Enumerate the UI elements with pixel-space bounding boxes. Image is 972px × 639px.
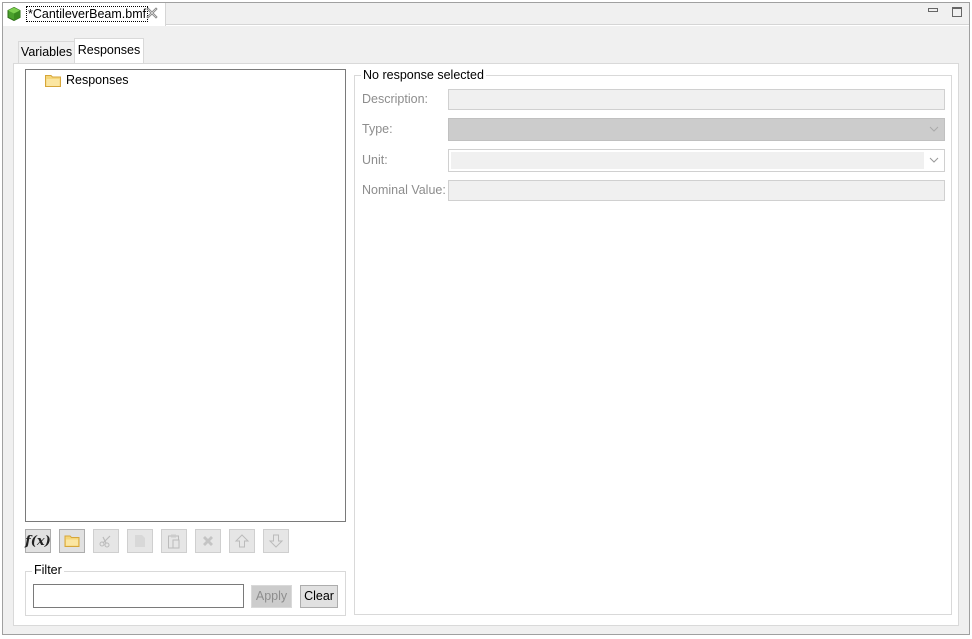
delete-button[interactable] [195,529,221,553]
nominal-value-field[interactable] [448,180,945,201]
copy-button[interactable] [127,529,153,553]
folder-icon [45,74,61,87]
unit-combo-text [451,152,924,169]
details-legend: No response selected [361,68,486,82]
description-field[interactable] [448,89,945,110]
editor-tab[interactable]: *CantileverBeam.bmf [3,3,166,26]
type-select[interactable] [448,118,945,141]
filter-group: Filter Apply Clear [25,563,346,616]
editor-tab-title: *CantileverBeam.bmf [26,6,149,22]
clear-button[interactable]: Clear [300,585,338,608]
green-cube-icon [7,7,21,21]
function-icon: f(x) [25,533,51,549]
minimize-icon[interactable] [928,8,938,12]
scissors-icon [99,535,111,548]
add-function-button[interactable]: f(x) [25,529,51,553]
cut-button[interactable] [93,529,119,553]
tree-item-label: Responses [66,73,129,87]
apply-button[interactable]: Apply [251,585,292,608]
nominal-value-label: Nominal Value: [362,183,446,197]
move-down-button[interactable] [263,529,289,553]
responses-page: Responses f(x) Filter Apply Clear No res… [13,63,959,626]
delete-icon [203,536,213,546]
arrow-up-icon [234,534,250,548]
folder-icon [64,535,80,547]
chevron-down-icon[interactable] [929,155,939,165]
tab-variables[interactable]: Variables [18,41,75,63]
paste-icon [168,534,180,549]
responses-tree[interactable]: Responses [25,69,346,522]
filter-legend: Filter [32,563,64,577]
unit-combo[interactable] [448,149,945,172]
move-up-button[interactable] [229,529,255,553]
chevron-down-icon [929,126,939,132]
editor-body: Variables Responses Responses f(x) Filte… [3,26,969,634]
add-folder-button[interactable] [59,529,85,553]
editor-tab-bar: *CantileverBeam.bmf [3,3,969,26]
copy-icon [135,535,145,547]
close-icon[interactable] [146,7,158,19]
filter-input[interactable] [33,584,244,608]
response-details-group: No response selected Description: Type: … [354,68,952,615]
tab-responses[interactable]: Responses [74,38,144,64]
arrow-down-icon [268,534,284,548]
tree-item-responses[interactable]: Responses [45,72,129,88]
paste-button[interactable] [161,529,187,553]
unit-label: Unit: [362,153,388,167]
maximize-icon[interactable] [952,7,962,17]
description-label: Description: [362,92,428,106]
editor-frame: *CantileverBeam.bmf Variables Responses … [2,2,970,635]
type-label: Type: [362,122,393,136]
